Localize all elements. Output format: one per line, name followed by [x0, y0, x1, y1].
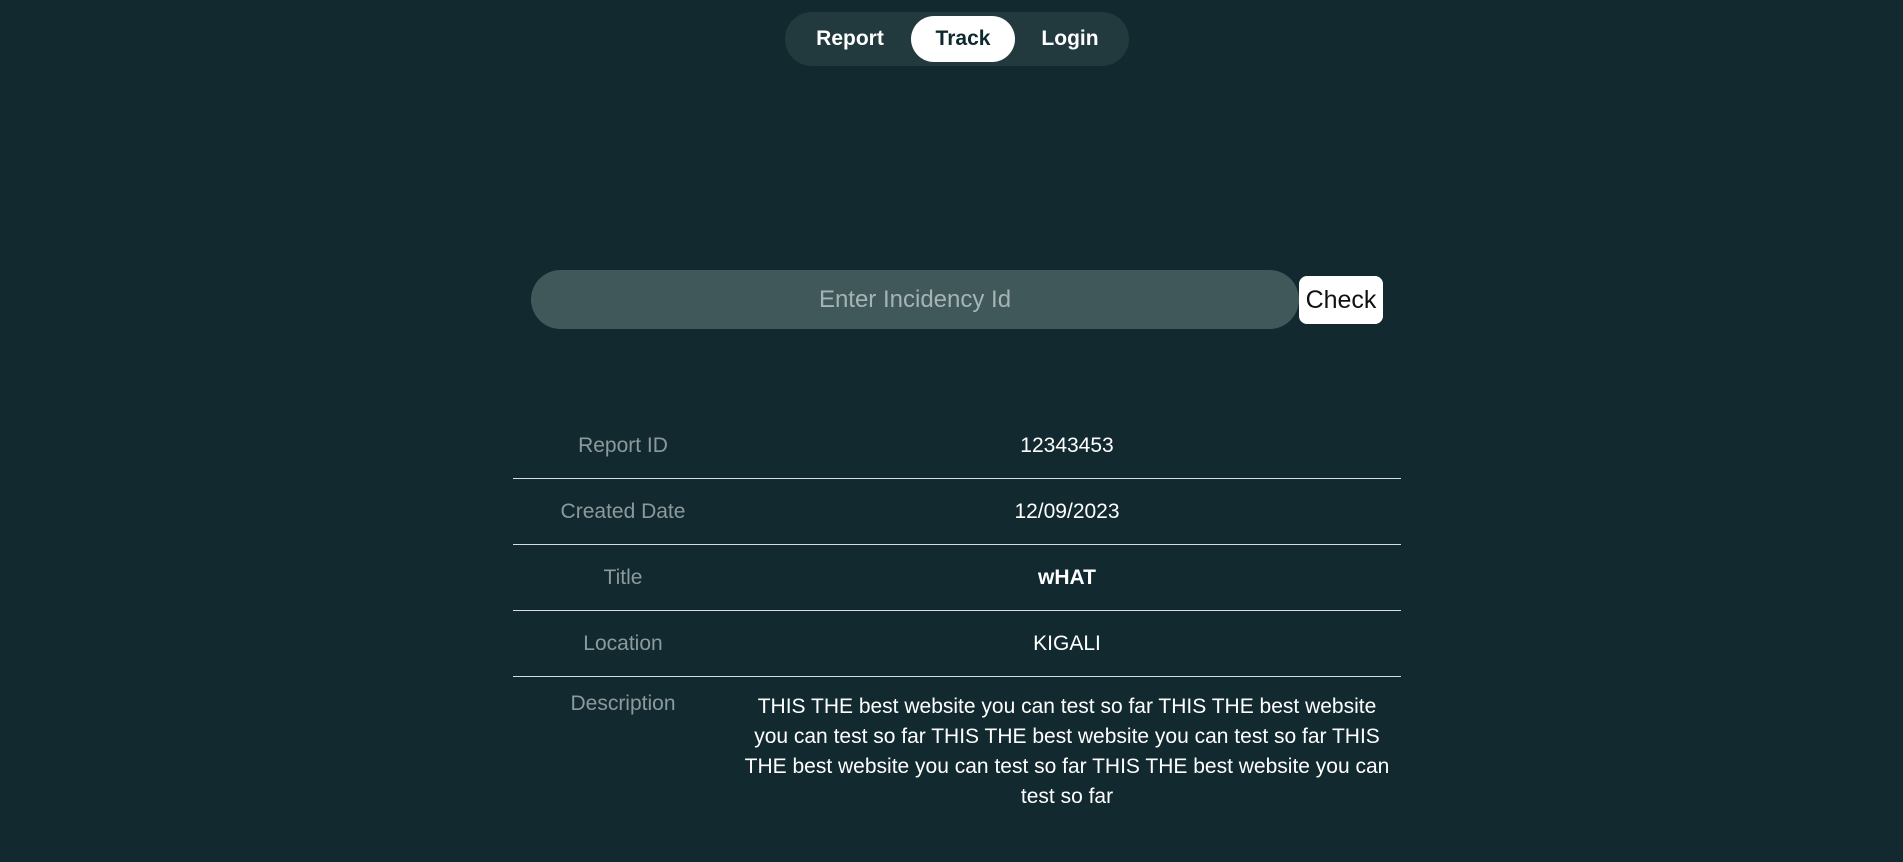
location-label: Location — [583, 631, 663, 655]
title-label: Title — [603, 565, 643, 589]
description-label: Description — [570, 692, 676, 715]
nav-tab-track[interactable]: Track — [911, 16, 1015, 62]
created-date-row: Created Date 12/09/2023 — [513, 479, 1401, 545]
incidency-id-input[interactable] — [531, 270, 1299, 329]
description-row: Description THIS THE best website you ca… — [513, 677, 1401, 812]
description-value: THIS THE best website you can test so fa… — [744, 695, 1390, 808]
report-id-row: Report ID 12343453 — [513, 413, 1401, 479]
check-button[interactable]: Check — [1299, 276, 1383, 324]
location-row: Location KIGALI — [513, 611, 1401, 677]
title-value: wHAT — [1038, 565, 1096, 589]
location-value: KIGALI — [1033, 631, 1101, 655]
created-date-label: Created Date — [560, 499, 686, 523]
top-nav: Report Track Login — [785, 12, 1129, 66]
created-date-value: 12/09/2023 — [1014, 499, 1120, 523]
track-page: Report Track Login Check Report ID 12343… — [0, 0, 1903, 862]
report-details-table: Report ID 12343453 Created Date 12/09/20… — [513, 413, 1401, 812]
nav-tab-login[interactable]: Login — [1015, 16, 1125, 62]
nav-tab-report[interactable]: Report — [789, 16, 911, 62]
report-id-value: 12343453 — [1020, 433, 1114, 457]
report-id-label: Report ID — [578, 433, 668, 457]
title-row: Title wHAT — [513, 545, 1401, 611]
